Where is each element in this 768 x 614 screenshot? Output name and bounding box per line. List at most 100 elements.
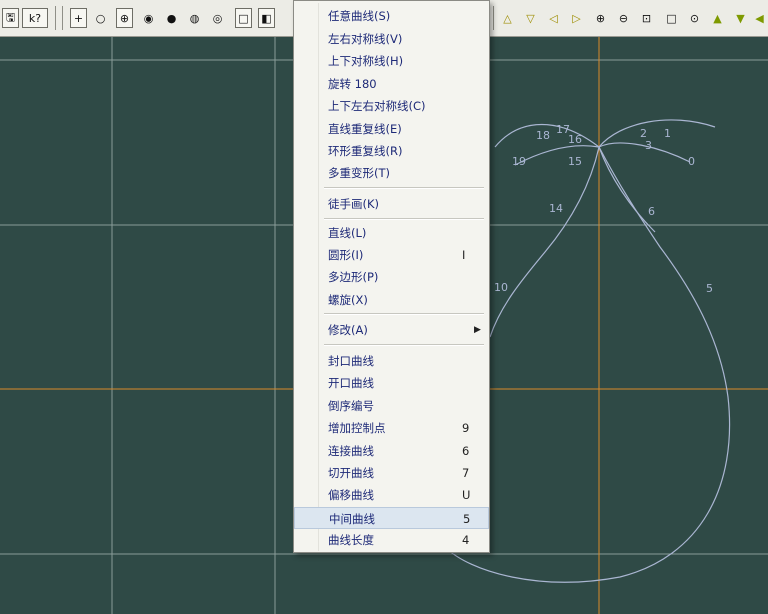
menu-item-split-curve[interactable]: 切开曲线 7 [294, 462, 489, 484]
menu-item-shortcut: 5 [463, 512, 471, 526]
menu-item-label: 旋转 180 [328, 77, 377, 91]
zoom-fit-icon[interactable]: ⊙ [686, 8, 703, 28]
point-label: 0 [688, 155, 695, 168]
toolbar-separator [62, 6, 63, 30]
menu-item-label: 螺旋(X) [328, 293, 368, 307]
menu-item-shortcut: 7 [462, 466, 470, 480]
zoom-in-icon[interactable]: ⊕ [592, 8, 609, 28]
menu-item-label: 环形重复线(R) [328, 144, 403, 158]
menu-item-label: 中间曲线 [329, 512, 375, 526]
menu-item-connect-curve[interactable]: 连接曲线 6 [294, 440, 489, 462]
menu-item-circular-repeat[interactable]: 环形重复线(R) [294, 140, 489, 162]
menu-item-shortcut: 9 [462, 421, 470, 435]
menu-item-reverse-numbering[interactable]: 倒序编号 [294, 395, 489, 417]
menu-item-curve-length[interactable]: 曲线长度 4 [294, 529, 489, 551]
menu-item-label: 偏移曲线 [328, 488, 374, 502]
menu-item-shortcut: 6 [462, 444, 470, 458]
snap-square-icon[interactable]: □ [235, 8, 252, 28]
menu-item-lr-symmetric[interactable]: 左右对称线(V) [294, 28, 489, 50]
menu-item-label: 开口曲线 [328, 376, 374, 390]
menu-item-label: 曲线长度 [328, 533, 374, 547]
menu-item-polygon[interactable]: 多边形(P) [294, 266, 489, 288]
menu-item-quad-symmetric[interactable]: 上下左右对称线(C) [294, 95, 489, 117]
menu-item-label: 直线重复线(E) [328, 122, 402, 136]
arrow-down-filled-icon[interactable]: ▼ [732, 8, 749, 28]
snap-circle-icon[interactable]: ○ [92, 8, 109, 28]
help-cursor-icon[interactable]: k? [22, 8, 48, 28]
menu-item-label: 直线(L) [328, 226, 367, 240]
menu-item-label: 连接曲线 [328, 444, 374, 458]
menu-item-label: 倒序编号 [328, 399, 374, 413]
zoom-window-icon[interactable]: ⊡ [638, 8, 655, 28]
toolbar-separator [55, 6, 56, 30]
submenu-arrow-icon: ▶ [474, 325, 481, 335]
menu-item-label: 修改(A) [328, 323, 368, 337]
menu-item-open-curve[interactable]: 开口曲线 [294, 372, 489, 394]
menu-item-spiral[interactable]: 螺旋(X) [294, 289, 489, 311]
point-label: 1 [664, 127, 671, 140]
curve-left-inner [489, 146, 600, 338]
snap-half-square-icon[interactable]: ◧ [258, 8, 275, 28]
menu-separator [324, 187, 484, 189]
snap-filled-circle-icon[interactable]: ◉ [140, 8, 157, 28]
curve-left-top [514, 145, 600, 166]
menu-item-circle[interactable]: 圆形(I) I [294, 244, 489, 266]
snap-ring-icon[interactable]: ◍ [186, 8, 203, 28]
menu-separator [324, 218, 484, 220]
zoom-box-icon[interactable]: □ [663, 8, 680, 28]
menu-item-label: 上下左右对称线(C) [328, 99, 426, 113]
snap-point-icon[interactable]: + [70, 8, 87, 28]
menu-item-rotate-180[interactable]: 旋转 180 [294, 73, 489, 95]
menu-item-line[interactable]: 直线(L) [294, 222, 489, 244]
point-label: 18 [536, 129, 550, 142]
menu-item-label: 上下对称线(H) [328, 54, 404, 68]
menu-item-ud-symmetric[interactable]: 上下对称线(H) [294, 50, 489, 72]
curve-right-inner [598, 146, 656, 233]
snap-dot-icon[interactable]: ● [163, 8, 180, 28]
menu-item-label: 左右对称线(V) [328, 32, 403, 46]
menu-separator [324, 313, 484, 315]
arrow-down-icon[interactable]: ▽ [522, 8, 539, 28]
point-label: 10 [494, 281, 508, 294]
menu-item-shortcut: U [462, 488, 471, 502]
menu-item-middle-curve[interactable]: 中间曲线 5 [294, 507, 489, 529]
point-label: 16 [568, 133, 582, 146]
menu-item-shortcut: 4 [462, 533, 470, 547]
menu-item-freeform-curve[interactable]: 任意曲线(S) [294, 5, 489, 27]
menu-item-shortcut: I [462, 248, 466, 262]
point-label: 14 [549, 202, 563, 215]
point-label: 3 [645, 139, 652, 152]
menu-item-label: 多边形(P) [328, 270, 379, 284]
arrow-left-filled-icon[interactable]: ◀ [751, 8, 768, 28]
menu-item-linear-repeat[interactable]: 直线重复线(E) [294, 118, 489, 140]
point-label: 6 [648, 205, 655, 218]
menu-item-multi-deform[interactable]: 多重变形(T) [294, 162, 489, 184]
menu-item-label: 多重变形(T) [328, 166, 390, 180]
snap-crosshair-icon[interactable]: ⊕ [116, 8, 133, 28]
toolbar-separator [493, 6, 494, 30]
menu-item-label: 徒手画(K) [328, 197, 380, 211]
point-label: 5 [706, 282, 713, 295]
arrow-right-icon[interactable]: ▷ [568, 8, 585, 28]
menu-item-label: 增加控制点 [328, 421, 386, 435]
menu-item-label: 圆形(I) [328, 248, 364, 262]
menu-item-add-control-point[interactable]: 增加控制点 9 [294, 417, 489, 439]
menu-item-modify[interactable]: 修改(A) ▶ [294, 319, 489, 341]
arrow-up-icon[interactable]: △ [499, 8, 516, 28]
menu-separator [324, 344, 484, 346]
menu-item-label: 封口曲线 [328, 354, 374, 368]
point-labels: 18 17 16 19 15 14 2 3 1 0 6 5 10 [494, 123, 713, 295]
menu-item-label: 切开曲线 [328, 466, 374, 480]
arrow-left-icon[interactable]: ◁ [545, 8, 562, 28]
save-icon[interactable]: 🖫 [2, 8, 19, 28]
arrow-up-filled-icon[interactable]: ▲ [709, 8, 726, 28]
menu-item-close-curve[interactable]: 封口曲线 [294, 350, 489, 372]
menu-item-freehand[interactable]: 徒手画(K) [294, 193, 489, 215]
zoom-out-icon[interactable]: ⊖ [615, 8, 632, 28]
menu-item-label: 任意曲线(S) [328, 9, 391, 23]
snap-ring-number-icon[interactable]: ◎ [209, 8, 226, 28]
menu-item-offset-curve[interactable]: 偏移曲线 U [294, 484, 489, 506]
point-label: 15 [568, 155, 582, 168]
context-menu: 任意曲线(S) 左右对称线(V) 上下对称线(H) 旋转 180 上下左右对称线… [293, 0, 490, 553]
point-label: 19 [512, 155, 526, 168]
